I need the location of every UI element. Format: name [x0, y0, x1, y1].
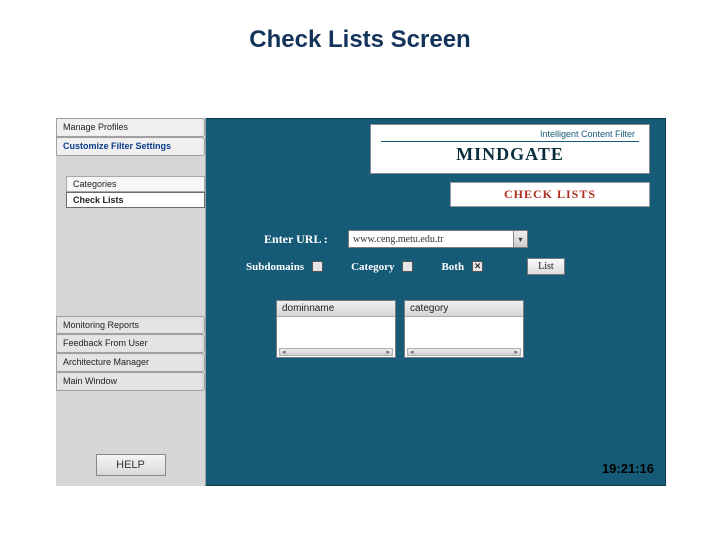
sidebar-sub-categories[interactable]: Categories [66, 176, 205, 192]
result-domain-body[interactable]: ◂▸ [277, 317, 395, 357]
result-category-header: category [405, 301, 523, 317]
sidebar-sub-check-lists[interactable]: Check Lists [66, 192, 205, 208]
both-checkbox[interactable]: ✕ [472, 261, 483, 272]
sidebar-item-feedback[interactable]: Feedback From User [56, 334, 205, 353]
sidebar-item-customize-filter[interactable]: Customize Filter Settings [56, 137, 205, 156]
chevron-down-icon[interactable]: ▾ [513, 231, 527, 247]
brand-panel: Intelligent Content Filter MINDGATE [370, 124, 650, 174]
sidebar-item-architecture-manager[interactable]: Architecture Manager [56, 353, 205, 372]
category-checkbox[interactable] [402, 261, 413, 272]
subdomains-label: Subdomains [246, 261, 304, 273]
scrollbar[interactable]: ◂▸ [407, 348, 521, 356]
sidebar-item-manage-profiles[interactable]: Manage Profiles [56, 118, 205, 137]
both-label: Both [441, 261, 464, 273]
screen-title: CHECK LISTS [450, 182, 650, 207]
subdomains-checkbox[interactable] [312, 261, 323, 272]
result-category-body[interactable]: ◂▸ [405, 317, 523, 357]
status-clock: 19:21:16 [602, 461, 654, 476]
scrollbar[interactable]: ◂▸ [279, 348, 393, 356]
url-label: Enter URL : [264, 232, 340, 247]
app-window: Manage Profiles Customize Filter Setting… [56, 118, 666, 486]
help-button[interactable]: HELP [96, 454, 166, 476]
options-row: Subdomains Category Both ✕ List [246, 258, 656, 275]
result-domain-header: dominname [277, 301, 395, 317]
list-button[interactable]: List [527, 258, 565, 275]
url-value: www.ceng.metu.edu.tr [353, 234, 443, 245]
url-row: Enter URL : www.ceng.metu.edu.tr ▾ [264, 230, 656, 248]
result-category-box: category ◂▸ [404, 300, 524, 358]
sidebar: Manage Profiles Customize Filter Setting… [56, 118, 206, 486]
results-area: dominname ◂▸ category ◂▸ [276, 300, 524, 358]
category-label: Category [351, 261, 394, 273]
url-input[interactable]: www.ceng.metu.edu.tr ▾ [348, 230, 528, 248]
slide-title: Check Lists Screen [0, 0, 720, 76]
brand-tagline: Intelligent Content Filter [381, 129, 639, 139]
sidebar-item-main-window[interactable]: Main Window [56, 372, 205, 391]
sidebar-item-monitoring-reports[interactable]: Monitoring Reports [56, 316, 205, 335]
brand-name: MINDGATE [381, 144, 639, 165]
result-domain-box: dominname ◂▸ [276, 300, 396, 358]
content-area: Intelligent Content Filter MINDGATE CHEC… [206, 118, 666, 486]
